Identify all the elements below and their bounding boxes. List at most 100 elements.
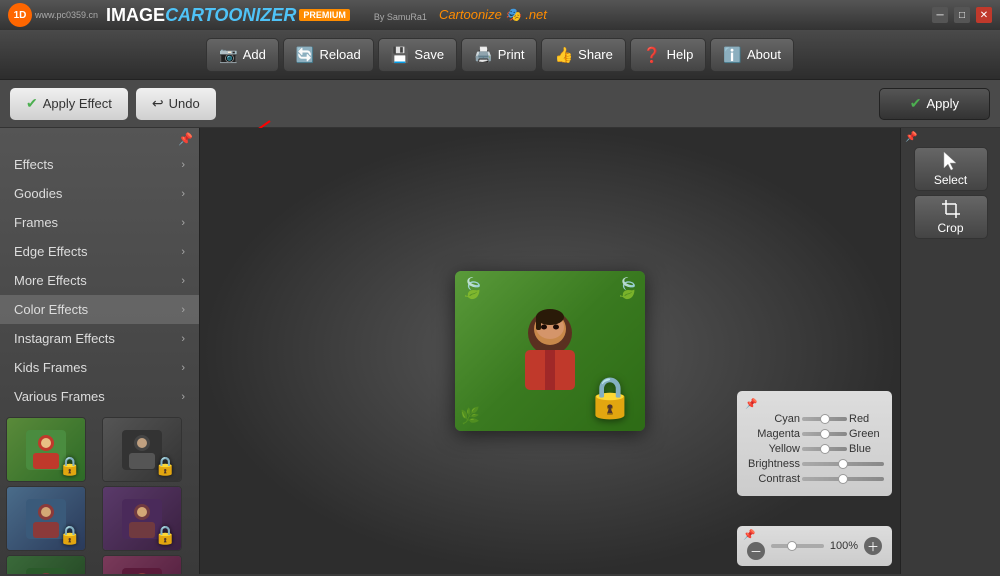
magenta-label: Magenta	[745, 428, 800, 440]
sidebar-item-goodies-label: Goodies	[14, 186, 62, 201]
cyan-slider[interactable]	[802, 417, 847, 421]
pin-icon[interactable]: 📌	[178, 132, 193, 146]
sidebar-item-various-frames[interactable]: Various Frames ›	[0, 382, 199, 411]
crop-icon	[941, 199, 961, 219]
sidebar-menu: Effects › Goodies › Frames › Edge Effect…	[0, 150, 199, 411]
right-panel: 📌 Select Crop 📌 Cyan	[900, 128, 1000, 574]
sidebar-item-edge-effects-label: Edge Effects	[14, 244, 87, 259]
print-icon: 🖨️	[474, 46, 493, 64]
save-button[interactable]: 💾 Save	[378, 38, 457, 72]
sidebar-item-color-effects[interactable]: Color Effects ›	[0, 295, 199, 324]
more-effects-chevron-icon: ›	[181, 275, 185, 287]
thumb-photo-2: 🔒	[103, 418, 181, 481]
minimize-button[interactable]: ─	[932, 7, 948, 23]
apply-effect-button[interactable]: ✔ Apply Effect	[10, 88, 128, 120]
reload-button[interactable]: 🔄 Reload	[283, 38, 374, 72]
yellow-label: Yellow	[745, 443, 800, 455]
sidebar-item-effects[interactable]: Effects ›	[0, 150, 199, 179]
apply-button[interactable]: ✔ Apply	[879, 88, 990, 120]
sidebar-item-effects-label: Effects	[14, 157, 54, 172]
left-sidebar: 📌 Effects › Goodies › Frames › Edge Effe…	[0, 128, 200, 574]
save-label: Save	[414, 47, 444, 62]
share-button[interactable]: 👍 Share	[541, 38, 625, 72]
undo-button[interactable]: ↩ Undo	[136, 88, 216, 120]
yellow-slider[interactable]	[802, 447, 847, 451]
close-button[interactable]: ✕	[976, 7, 992, 23]
help-label: Help	[667, 47, 694, 62]
thumbnail-5[interactable]	[6, 555, 86, 574]
title-bar: 1D www.pc0359.cn IMAGE CARTOONIZER PREMI…	[0, 0, 1000, 30]
share-label: Share	[578, 47, 613, 62]
sidebar-item-goodies[interactable]: Goodies ›	[0, 179, 199, 208]
thumb-photo-3: 🔒	[7, 487, 85, 550]
add-button[interactable]: 📷 Add	[206, 38, 279, 72]
cartoonize-text: Cartoonize 🎭 .net	[439, 7, 547, 23]
sidebar-item-more-effects[interactable]: More Effects ›	[0, 266, 199, 295]
help-button[interactable]: ❓ Help	[630, 38, 706, 72]
print-button[interactable]: 🖨️ Print	[461, 38, 537, 72]
zoom-pin-icon: 📌	[743, 530, 755, 541]
top-toolbar: 📷 Add 🔄 Reload 💾 Save 🖨️ Print 👍 Share ❓…	[0, 30, 1000, 80]
watermark-text: www.pc0359.cn	[35, 10, 98, 20]
by-samurai: By SamuRa1	[374, 12, 427, 22]
brightness-label: Brightness	[745, 458, 800, 470]
thumbnail-1[interactable]: 🔒	[6, 417, 86, 482]
sidebar-item-kids-frames[interactable]: Kids Frames ›	[0, 353, 199, 382]
canvas-area: 🍃 🍃 🌿	[200, 128, 900, 574]
restore-button[interactable]: □	[954, 7, 970, 23]
cyan-red-row: Cyan Red	[745, 413, 884, 425]
canvas-inner: 🍃 🍃 🌿	[455, 271, 645, 431]
color-adjustment-panel: 📌 Cyan Red Magenta Green Yellow Blue Bri…	[737, 391, 892, 496]
print-label: Print	[498, 47, 525, 62]
crop-tool-label: Crop	[937, 221, 963, 235]
right-pin-top: 📌	[905, 132, 917, 143]
contrast-slider[interactable]	[802, 477, 884, 481]
green-label: Green	[849, 428, 884, 440]
share-icon: 👍	[554, 46, 573, 64]
color-panel-pin: 📌	[745, 399, 884, 410]
thumbnails-grid: 🔒 🔒	[0, 411, 199, 574]
magenta-slider[interactable]	[802, 432, 847, 436]
thumb-lock-icon-4: 🔒	[154, 525, 176, 546]
sidebar-item-instagram-effects[interactable]: Instagram Effects ›	[0, 324, 199, 353]
zoom-thumb	[787, 541, 797, 551]
about-button[interactable]: ℹ️ About	[710, 38, 794, 72]
thumb-person-svg-6	[117, 563, 167, 575]
zoom-percent: 100%	[830, 540, 858, 552]
zoom-out-button[interactable]: －	[747, 542, 765, 560]
zoom-panel: 📌 － 100% ＋	[737, 526, 892, 566]
window-controls[interactable]: ─ □ ✕	[932, 7, 992, 23]
select-tool-button[interactable]: Select	[914, 147, 988, 191]
logo-premium-badge: PREMIUM	[299, 9, 350, 21]
cyan-label: Cyan	[745, 413, 800, 425]
sidebar-item-instagram-effects-label: Instagram Effects	[14, 331, 115, 346]
thumb-lock-icon-1: 🔒	[59, 456, 81, 477]
kids-frames-chevron-icon: ›	[181, 362, 185, 374]
sidebar-item-edge-effects[interactable]: Edge Effects ›	[0, 237, 199, 266]
red-label: Red	[849, 413, 884, 425]
select-tool-label: Select	[934, 173, 967, 187]
thumbnail-2[interactable]: 🔒	[102, 417, 182, 482]
zoom-in-button[interactable]: ＋	[864, 537, 882, 555]
crop-tool-button[interactable]: Crop	[914, 195, 988, 239]
leaf-decoration-tr: 🍃	[615, 276, 640, 301]
person-svg	[500, 305, 600, 395]
brightness-slider[interactable]	[802, 462, 884, 466]
thumb-photo-6	[103, 556, 181, 574]
thumbnail-6[interactable]	[102, 555, 182, 574]
logo-by: By SamuRa1	[374, 8, 427, 23]
thumb-photo-4: 🔒	[103, 487, 181, 550]
sidebar-item-color-effects-label: Color Effects	[14, 302, 88, 317]
thumb-lock-icon-2: 🔒	[154, 456, 176, 477]
apply-label: Apply	[926, 96, 959, 111]
apply-effect-label: Apply Effect	[43, 96, 112, 111]
zoom-slider[interactable]	[771, 544, 824, 548]
sidebar-item-frames[interactable]: Frames ›	[0, 208, 199, 237]
thumbnail-4[interactable]: 🔒	[102, 486, 182, 551]
sidebar-item-various-frames-label: Various Frames	[14, 389, 105, 404]
thumb-photo-5	[7, 556, 85, 574]
thumbnail-3[interactable]: 🔒	[6, 486, 86, 551]
logo-full: IMAGE CARTOONIZER PREMIUM	[106, 5, 350, 26]
save-icon: 💾	[391, 46, 410, 64]
frames-chevron-icon: ›	[181, 217, 185, 229]
